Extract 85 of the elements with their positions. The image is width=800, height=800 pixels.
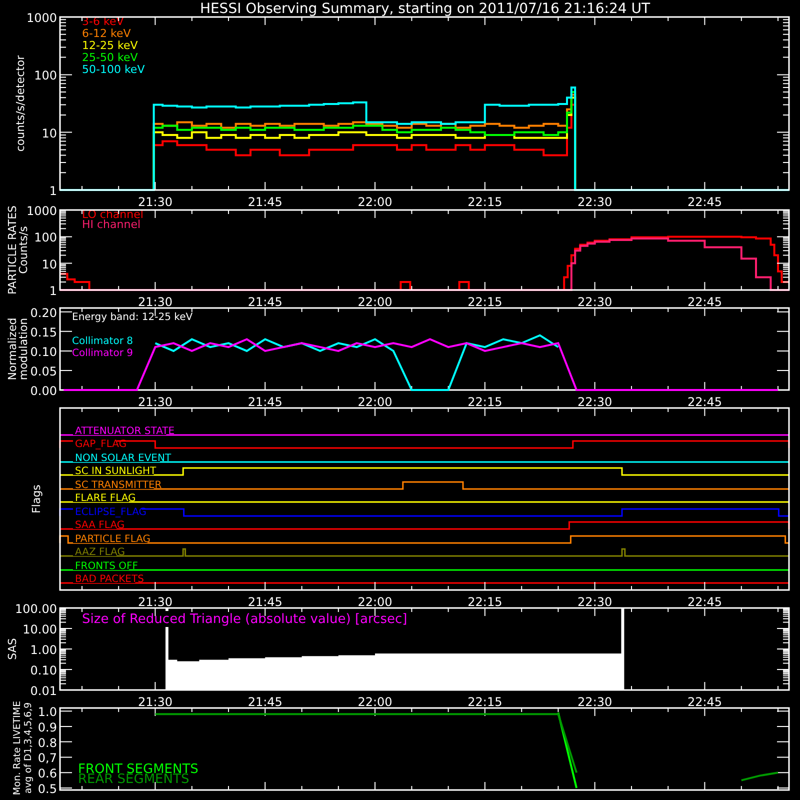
legend-label: 12-25 keV <box>82 39 138 52</box>
legend-label: Collimator 9 <box>72 348 133 359</box>
tick-label: 22:45 <box>687 195 722 209</box>
tick-label: 22:15 <box>468 695 502 709</box>
legend-label: 50-100 keV <box>82 63 145 76</box>
tick-label: 1000 <box>26 11 57 25</box>
tick-label: 22:30 <box>578 295 612 309</box>
tick-label: 22:30 <box>578 395 612 409</box>
tick-label: 0.01 <box>30 684 57 698</box>
axis-label: PARTICLE RATES <box>6 205 19 295</box>
axis-label: Normalized <box>6 318 19 380</box>
tick-label: 22:00 <box>358 195 392 209</box>
tick-label: 21:45 <box>248 695 282 709</box>
tick-label: 21:45 <box>248 595 282 609</box>
legend-label: 6-12 keV <box>82 27 131 40</box>
legend-label: 25-50 keV <box>82 51 138 64</box>
tick-label: 22:30 <box>578 695 612 709</box>
tick-label: 0.10 <box>30 344 57 359</box>
tick-label: 21:45 <box>248 395 282 409</box>
chart-title: HESSI Observing Summary, starting on 2011/07/16 21:16:24 UT <box>200 1 650 17</box>
tick-label: 22:45 <box>687 295 722 309</box>
tick-label: 22:30 <box>578 595 612 609</box>
axis-label: SAS <box>6 638 19 660</box>
tick-label: 100 <box>34 230 57 245</box>
flag-label: AAZ FLAG <box>75 547 125 558</box>
tick-label: 22:45 <box>687 395 722 409</box>
tick-label: 100.00 <box>15 602 57 616</box>
tick-label: 22:00 <box>358 595 392 609</box>
tick-label: 0.5 <box>38 782 57 796</box>
axis-label: Counts/s <box>17 226 30 274</box>
tick-label: 22:15 <box>468 595 502 609</box>
tick-label: 1 <box>49 284 57 298</box>
plot-title: Size of Reduced Triangle (absolute value) [arcsec] <box>82 612 408 627</box>
tick-label: 0.8 <box>38 736 57 750</box>
flag-label: GAP_FLAG <box>75 439 127 450</box>
axis-label: avg of D1,3,4,5,6,9 <box>23 702 34 794</box>
tick-label: 22:15 <box>468 295 502 309</box>
tick-label: 0,7 <box>38 751 57 766</box>
axis-label: counts/s/detector <box>14 55 27 152</box>
flag-label: ECLIPSE_FLAG <box>75 507 146 518</box>
tick-label: 22:15 <box>468 395 502 409</box>
tick-label: 22:45 <box>687 695 722 709</box>
flag-label: ATTENUATOR STATE <box>75 426 175 437</box>
tick-label: 22:15 <box>468 195 502 209</box>
tick-label: 1.00 <box>30 643 57 657</box>
flag-label: FRONTS OFF <box>75 561 138 572</box>
flag-label: FLARE FLAG <box>75 493 136 504</box>
tick-label: 21:45 <box>248 195 282 209</box>
flag-label: BAD PACKETS <box>75 574 144 585</box>
tick-label: 21:45 <box>248 295 282 309</box>
tick-label: 22:00 <box>358 295 392 309</box>
tick-label: 1 <box>49 184 57 198</box>
flag-label: NON SOLAR EVENT <box>75 453 172 464</box>
tick-label: 100 <box>34 68 57 83</box>
tick-label: 0.05 <box>30 364 57 378</box>
flag-label: SC IN SUNLIGHT <box>75 466 156 477</box>
tick-label: 21:30 <box>138 295 173 309</box>
tick-label: 22:00 <box>358 395 392 409</box>
tick-label: 0.20 <box>30 306 57 320</box>
tick-label: 0.15 <box>30 325 57 340</box>
tick-label: 0.9 <box>38 720 57 734</box>
axis-label: Mon. Rate LIVETIME <box>12 700 23 796</box>
tick-label: 10 <box>42 126 57 140</box>
tick-label: 21:30 <box>138 395 173 409</box>
annotation-text: Energy band: 12-25 keV <box>72 312 193 323</box>
tick-label: 1.0 <box>38 705 57 720</box>
tick-label: 10.00 <box>22 622 57 636</box>
tick-label: 22:00 <box>358 695 392 709</box>
axis-label: Flags <box>30 484 43 514</box>
tick-label: 0.6 <box>38 766 57 781</box>
flag-label: SAA FLAG <box>75 520 125 531</box>
tick-label: 1000 <box>26 204 57 218</box>
legend-label: HI channel <box>82 218 141 231</box>
flag-label: PARTICLE FLAG <box>75 534 151 545</box>
tick-label: 22:45 <box>687 595 722 609</box>
tick-label: 22:30 <box>578 195 612 209</box>
tick-label: 0.00 <box>30 384 57 398</box>
legend-label: Collimator 8 <box>72 336 133 347</box>
tick-label: 10 <box>42 257 57 272</box>
axis-label: modulation <box>17 318 30 380</box>
tick-label: 21:30 <box>138 695 173 709</box>
tick-label: 21:30 <box>138 595 173 609</box>
tick-label: 0.10 <box>30 664 57 678</box>
tick-label: 21:30 <box>138 195 173 209</box>
flag-label: SC TRANSMITTER <box>75 480 162 491</box>
